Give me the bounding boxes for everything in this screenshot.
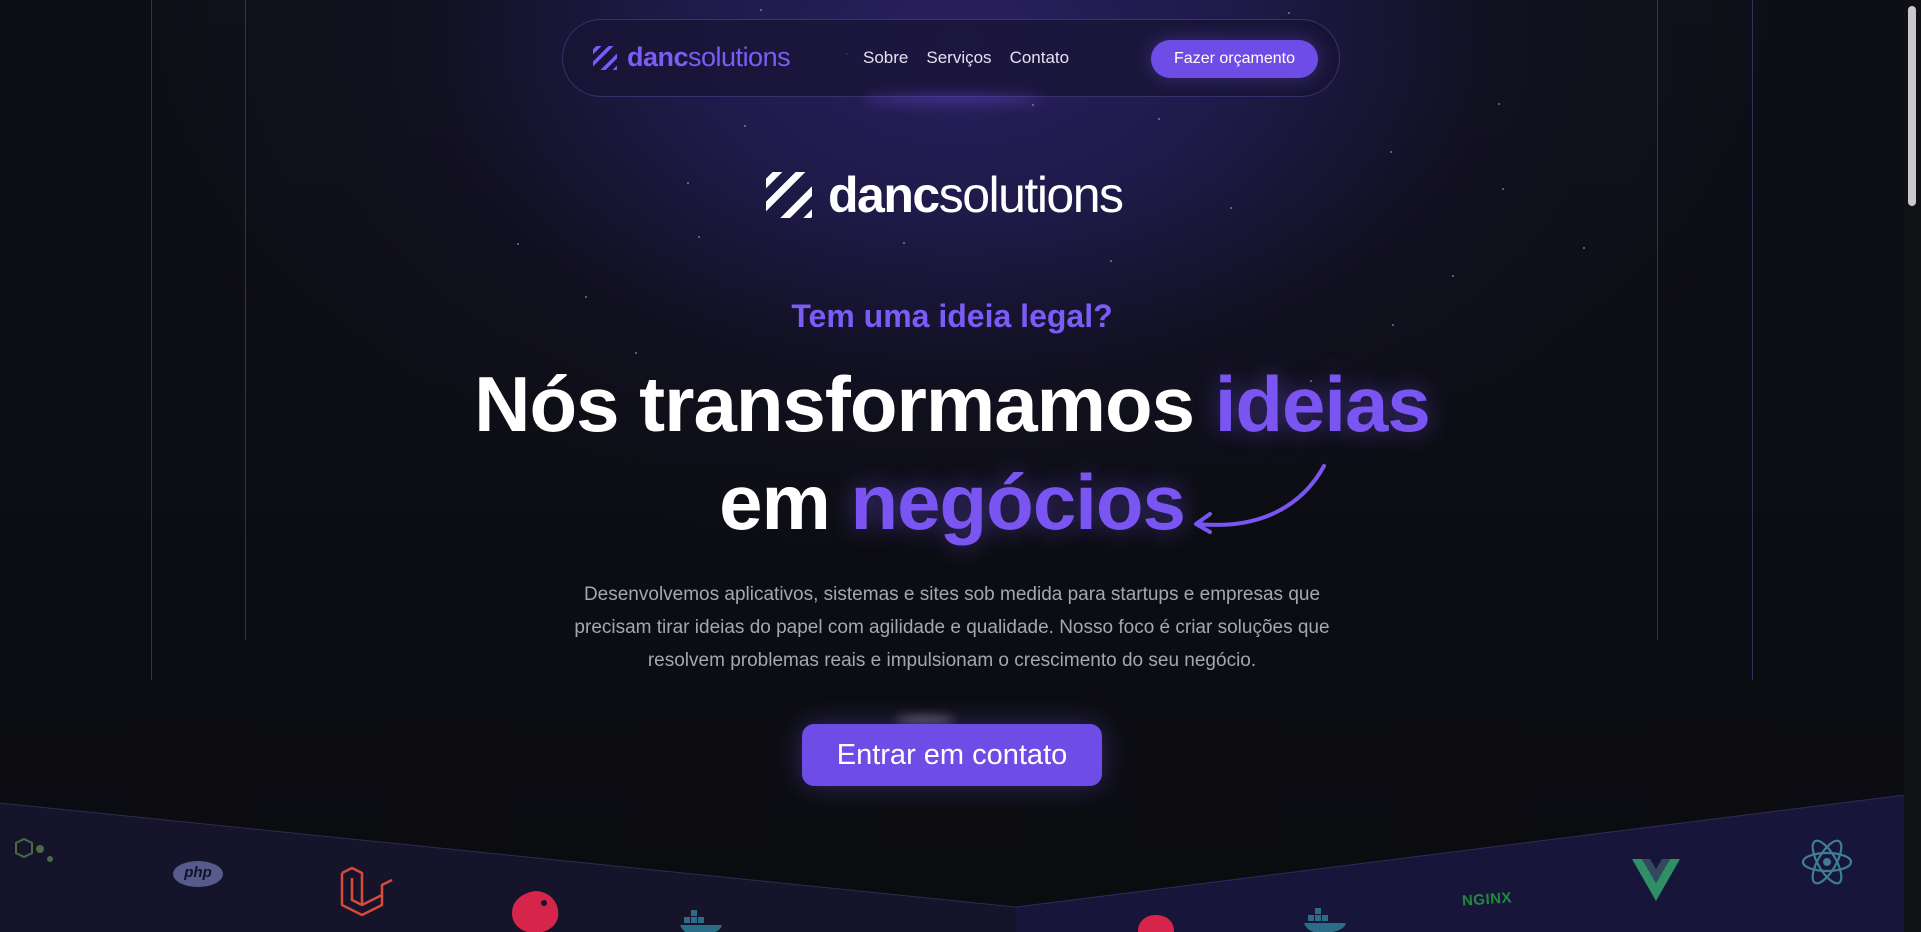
request-quote-button[interactable]: Fazer orçamento	[1151, 40, 1318, 78]
headline-part-2: em	[719, 458, 851, 546]
decorative-line	[1752, 0, 1753, 680]
tech-band: php NGINX	[0, 795, 1904, 932]
nav-links: Sobre Serviços Contato	[863, 48, 1069, 68]
hero-logo-light: solutions	[938, 167, 1124, 223]
tech-band-background	[0, 795, 1904, 932]
scrollbar[interactable]	[1904, 0, 1921, 932]
docker-icon	[680, 910, 722, 932]
react-icon	[1801, 839, 1853, 885]
hero-logo: dancsolutions	[766, 166, 1124, 224]
curved-arrow-icon	[1194, 464, 1326, 534]
nav-link-sobre[interactable]: Sobre	[863, 48, 908, 68]
nestjs-icon	[512, 891, 559, 932]
nav-link-servicos[interactable]: Serviços	[926, 48, 991, 68]
php-icon: php	[172, 859, 224, 894]
decorative-line	[151, 0, 152, 680]
hero-logo-wordmark: dancsolutions	[828, 166, 1124, 224]
danc-logo-icon	[766, 172, 812, 218]
nestjs-icon	[1138, 915, 1174, 932]
scrollbar-thumb[interactable]	[1908, 6, 1916, 206]
hero-logo-bold: danc	[828, 167, 940, 223]
docker-icon	[1304, 908, 1346, 932]
navbar: dancsolutions Sobre Serviços Contato Faz…	[562, 19, 1340, 104]
nginx-icon: NGINX	[1461, 889, 1513, 910]
headline-part-1: Nós transformamos	[474, 360, 1215, 448]
php-icon-label: php	[184, 864, 212, 881]
nav-link-contato[interactable]: Contato	[1010, 48, 1070, 68]
laravel-icon	[340, 866, 393, 917]
navbar-glow	[863, 94, 1043, 104]
vue-icon	[1632, 859, 1680, 901]
brand-name-light: solutions	[688, 42, 791, 72]
headline-highlight-negocios: negócios	[850, 458, 1186, 546]
node-icon	[15, 837, 53, 862]
brand-name: dancsolutions	[627, 42, 791, 73]
brand-name-bold: danc	[627, 42, 689, 72]
headline-highlight-ideias: ideias	[1214, 360, 1431, 448]
button-glow	[895, 716, 955, 724]
danc-logo-icon	[593, 45, 617, 70]
brand-logo[interactable]: dancsolutions	[593, 42, 791, 73]
contact-button[interactable]: Entrar em contato	[802, 724, 1102, 786]
hero-eyebrow: Tem uma ideia legal?	[791, 298, 1113, 334]
hero-headline: Nós transformamos ideias em negócios	[0, 355, 1904, 551]
hero-description: Desenvolvemos aplicativos, sistemas e si…	[574, 584, 1330, 671]
